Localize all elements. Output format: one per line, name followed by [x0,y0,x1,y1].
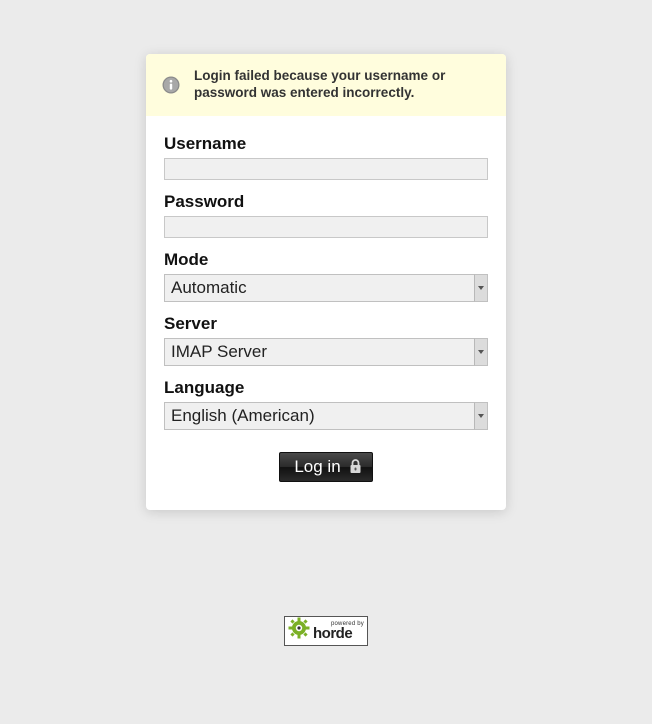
mode-group: Mode Automatic [164,250,488,302]
server-group: Server IMAP Server [164,314,488,366]
horde-logo[interactable]: powered by horde [284,616,368,646]
password-group: Password [164,192,488,238]
login-button-label: Log in [294,457,340,477]
server-select[interactable]: IMAP Server [164,338,488,366]
logo-brand-text: horde [313,626,364,641]
language-label: Language [164,378,488,398]
gear-icon [288,617,310,644]
error-message: Login failed because your username or pa… [194,68,490,102]
lock-icon [349,459,362,474]
language-group: Language English (American) [164,378,488,430]
mode-label: Mode [164,250,488,270]
username-label: Username [164,134,488,154]
language-select[interactable]: English (American) [164,402,488,430]
login-form: Username Password Mode Automatic Server [146,116,506,482]
password-input[interactable] [164,216,488,238]
username-input[interactable] [164,158,488,180]
mode-select[interactable]: Automatic [164,274,488,302]
password-label: Password [164,192,488,212]
login-button[interactable]: Log in [279,452,372,482]
error-notice: Login failed because your username or pa… [146,54,506,116]
username-group: Username [164,134,488,180]
server-label: Server [164,314,488,334]
submit-row: Log in [164,452,488,482]
login-panel: Login failed because your username or pa… [146,54,506,510]
info-icon [162,76,180,94]
